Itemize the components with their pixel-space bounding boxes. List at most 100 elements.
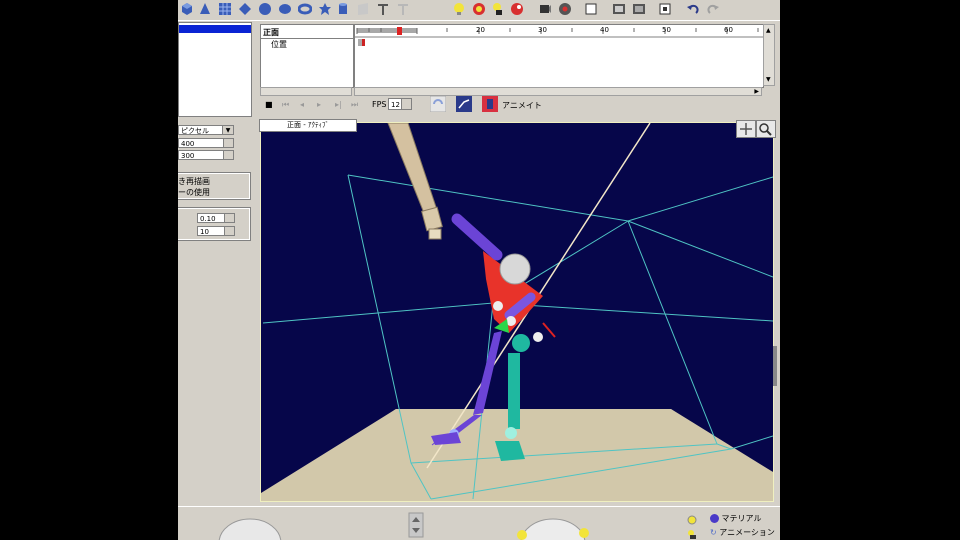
cube-icon[interactable] bbox=[180, 2, 194, 16]
upper-arm[interactable] bbox=[451, 213, 503, 261]
lamp-small-icon[interactable] bbox=[686, 528, 698, 540]
fps-field[interactable]: 12 bbox=[388, 98, 412, 110]
right-leg[interactable] bbox=[508, 353, 520, 429]
zoom-icon[interactable] bbox=[756, 120, 776, 138]
names-hscrollbar[interactable] bbox=[260, 87, 352, 96]
redo-icon bbox=[707, 4, 719, 14]
text-tool-icon[interactable] bbox=[376, 2, 390, 16]
prev-frame-icon[interactable]: ◂ bbox=[300, 100, 304, 109]
pelvis-joint[interactable] bbox=[512, 334, 530, 352]
timeline-vscrollbar[interactable]: ▲ ▼ bbox=[763, 24, 775, 86]
viewport-title-tab[interactable]: 正面 - ｱｸﾃｨﾌﾞ bbox=[259, 119, 357, 132]
parameter-group: 0.10 10 bbox=[178, 207, 251, 241]
fps-spinner[interactable] bbox=[401, 99, 411, 109]
scroll-up-icon[interactable]: ▲ bbox=[766, 27, 771, 34]
next-frame-icon[interactable]: ▸| bbox=[335, 100, 342, 109]
viewport-panel: 正面 - ｱｸﾃｨﾌﾞ bbox=[257, 118, 777, 506]
play-icon[interactable]: ▸ bbox=[317, 100, 321, 109]
grid-plane-icon[interactable] bbox=[218, 2, 232, 16]
head[interactable] bbox=[499, 253, 531, 285]
light-bulb-icon[interactable] bbox=[452, 2, 466, 16]
material-label: マテリアル bbox=[721, 514, 762, 523]
animate-label[interactable]: アニメイト bbox=[502, 100, 542, 111]
scroll-down-icon[interactable]: ▼ bbox=[766, 76, 771, 83]
option-redraw[interactable]: き再描画 bbox=[178, 176, 210, 187]
torus-icon[interactable] bbox=[298, 2, 312, 16]
param2-spinner[interactable] bbox=[224, 227, 234, 235]
camera-icon[interactable] bbox=[538, 2, 552, 16]
scene-canvas bbox=[261, 123, 773, 501]
height-field[interactable]: 300 bbox=[178, 150, 234, 160]
height-value: 300 bbox=[181, 152, 195, 160]
view-front-icon[interactable] bbox=[612, 2, 626, 16]
track-name-position[interactable]: 位置 bbox=[271, 39, 287, 50]
tick-label: 40 bbox=[600, 26, 609, 34]
timeline-hscrollbar[interactable]: ▶ bbox=[354, 87, 762, 96]
gear-shape-icon[interactable] bbox=[318, 2, 332, 16]
timeline-track[interactable]: 20 30 40 50 60 bbox=[354, 24, 764, 88]
track-name-list: 正面 位置 bbox=[260, 24, 354, 88]
undo-icon[interactable] bbox=[686, 2, 700, 16]
disc-icon[interactable] bbox=[278, 2, 292, 16]
option-use[interactable]: ーの使用 bbox=[178, 187, 210, 198]
pan-icon[interactable] bbox=[736, 120, 756, 138]
width-spinner[interactable] bbox=[223, 139, 233, 147]
bulb-icon[interactable] bbox=[686, 514, 698, 526]
scroll-right-icon[interactable]: ▶ bbox=[754, 88, 759, 95]
rotate-preview-icon[interactable] bbox=[408, 512, 424, 538]
param1-spinner[interactable] bbox=[224, 214, 234, 222]
cylinder-icon[interactable] bbox=[336, 2, 350, 16]
sphere-icon[interactable] bbox=[258, 2, 272, 16]
param2-field[interactable]: 10 bbox=[197, 226, 235, 236]
left-thigh[interactable] bbox=[473, 331, 502, 415]
window-icon[interactable] bbox=[584, 2, 598, 16]
loop-icon[interactable] bbox=[430, 96, 446, 112]
graph-editor-icon[interactable] bbox=[456, 96, 472, 112]
height-spinner[interactable] bbox=[223, 151, 233, 159]
fps-label: FPS bbox=[372, 100, 387, 109]
track-name-front[interactable]: 正面 bbox=[263, 27, 279, 38]
render-options-group: き再描画 ーの使用 bbox=[178, 172, 251, 200]
keyframe-marker[interactable] bbox=[362, 39, 365, 46]
tick-label: 30 bbox=[538, 26, 547, 34]
tick-label: 60 bbox=[724, 26, 733, 34]
joint-left-shoulder[interactable] bbox=[493, 301, 503, 311]
panel-icon[interactable] bbox=[356, 2, 370, 16]
light-preview-sphere[interactable] bbox=[508, 513, 598, 540]
object-list[interactable] bbox=[178, 22, 252, 117]
point-light-icon[interactable] bbox=[510, 2, 524, 16]
view-side-icon[interactable] bbox=[632, 2, 646, 16]
menu-animation[interactable]: ↻ アニメーション bbox=[710, 527, 775, 538]
property-panel: ピクセル ▼ 400 300 き再描画 ーの使用 0.10 10 bbox=[178, 20, 256, 540]
param1-field[interactable]: 0.10 bbox=[197, 213, 235, 223]
splitter-handle[interactable] bbox=[773, 346, 777, 386]
fps-value: 12 bbox=[391, 101, 400, 109]
last-frame-icon[interactable]: ⏭ bbox=[351, 100, 358, 110]
text-tool-disabled-icon bbox=[398, 4, 408, 15]
joint-hip[interactable] bbox=[533, 332, 543, 342]
chevron-down-icon[interactable]: ▼ bbox=[222, 126, 233, 134]
material-preview-sphere[interactable] bbox=[218, 513, 282, 540]
width-field[interactable]: 400 bbox=[178, 138, 234, 148]
list-selected-row[interactable] bbox=[179, 25, 251, 33]
view-frame-icon[interactable] bbox=[658, 2, 672, 16]
stop-icon[interactable]: ■ bbox=[265, 100, 273, 109]
right-knee[interactable] bbox=[505, 427, 517, 439]
unit-select[interactable]: ピクセル ▼ bbox=[178, 125, 234, 135]
spotlight-icon[interactable] bbox=[472, 2, 486, 16]
first-frame-icon[interactable]: ⏮ bbox=[282, 100, 289, 110]
playhead-marker[interactable] bbox=[397, 27, 402, 35]
menu-material[interactable]: マテリアル bbox=[710, 513, 761, 524]
film-icon[interactable] bbox=[558, 2, 572, 16]
tick-label: 50 bbox=[662, 26, 671, 34]
main-toolbar bbox=[178, 0, 780, 21]
rotate-handle[interactable] bbox=[542, 322, 556, 338]
3d-viewport[interactable] bbox=[260, 122, 774, 502]
tick-label: 20 bbox=[476, 26, 485, 34]
animate-icon[interactable] bbox=[482, 96, 498, 112]
lamp-icon[interactable] bbox=[492, 2, 506, 16]
width-value: 400 bbox=[181, 140, 195, 148]
diamond-icon[interactable] bbox=[238, 2, 252, 16]
timeline-ruler bbox=[355, 27, 763, 46]
cone-icon[interactable] bbox=[198, 2, 212, 16]
